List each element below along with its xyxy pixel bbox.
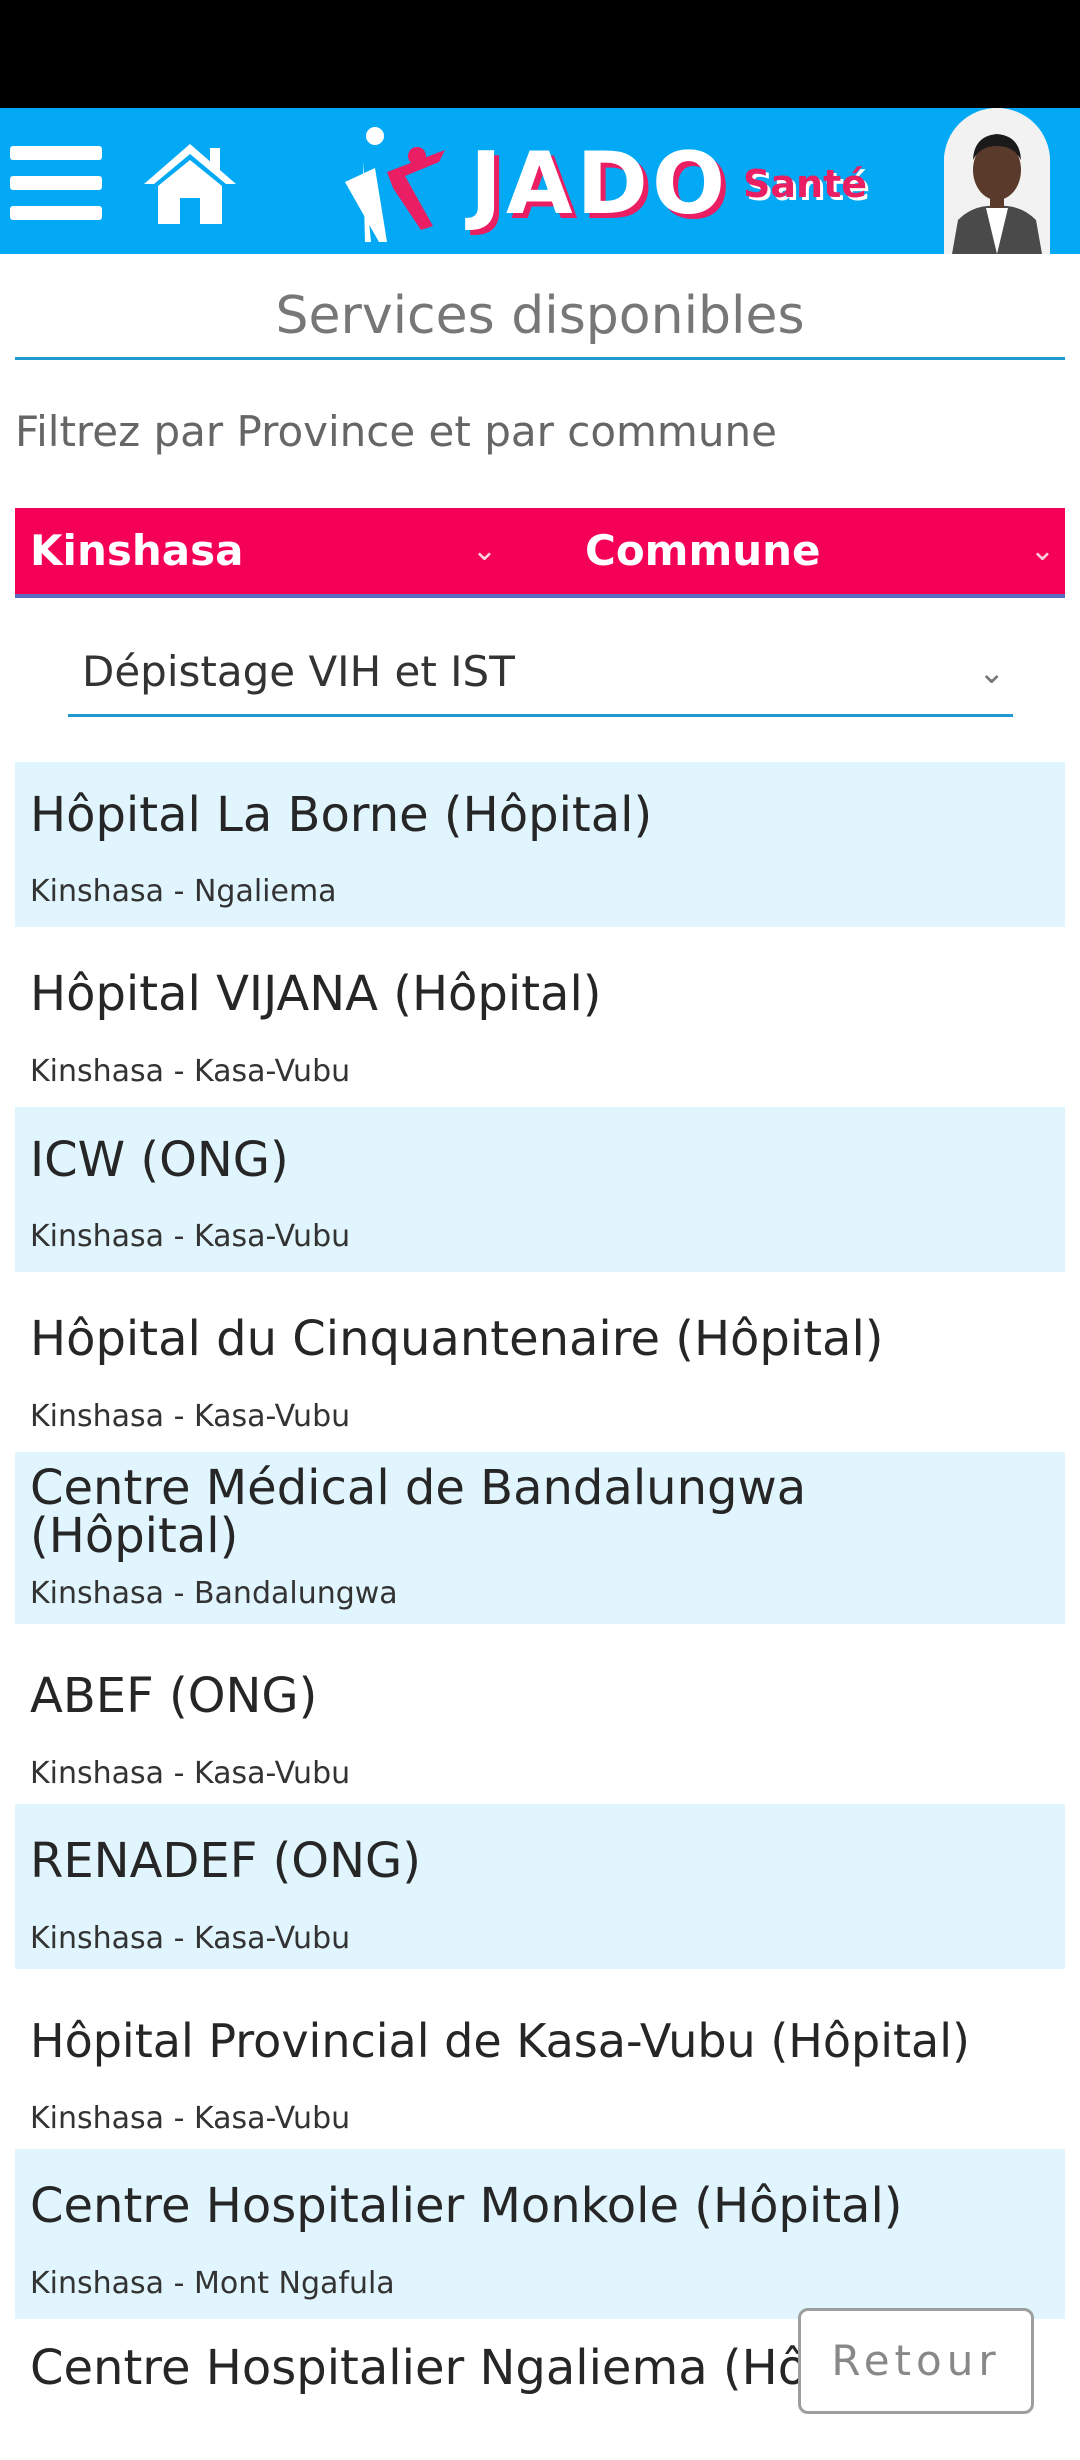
- service-location: Kinshasa - Mont Ngafula: [30, 2266, 395, 2301]
- list-item[interactable]: ABEF (ONG) Kinshasa - Kasa-Vubu: [15, 1624, 1065, 1804]
- province-select-value: Kinshasa: [30, 526, 244, 575]
- service-type-value: Dépistage VIH et IST: [82, 647, 515, 696]
- list-item[interactable]: Hôpital Provincial de Kasa-Vubu (Hôpital…: [15, 1969, 1065, 2149]
- service-location: Kinshasa - Kasa-Vubu: [30, 1399, 351, 1434]
- service-name: Centre Hospitalier Monkole (Hôpital): [30, 2178, 903, 2234]
- service-location: Kinshasa - Kasa-Vubu: [30, 1054, 351, 1089]
- service-name: Hôpital Provincial de Kasa-Vubu (Hôpital…: [30, 2014, 970, 2068]
- list-item[interactable]: Hôpital du Cinquantenaire (Hôpital) Kins…: [15, 1272, 1065, 1452]
- status-bar: [0, 0, 1080, 108]
- home-icon[interactable]: [142, 140, 238, 226]
- service-location: Kinshasa - Bandalungwa: [30, 1576, 398, 1611]
- commune-select[interactable]: Commune ⌄: [570, 508, 1065, 598]
- app-header: JADO Santé: [0, 108, 1080, 254]
- chevron-down-icon: ⌄: [471, 533, 497, 568]
- page-title: Services disponibles: [15, 280, 1065, 360]
- back-button[interactable]: Retour: [798, 2308, 1034, 2414]
- filter-label: Filtrez par Province et par commune: [15, 407, 777, 456]
- jado-sante-logo: JADO Santé: [335, 122, 875, 244]
- logo-figure-icon: [335, 122, 455, 244]
- service-location: Kinshasa - Kasa-Vubu: [30, 2101, 351, 2136]
- service-name: RENADEF (ONG): [30, 1833, 421, 1889]
- list-item[interactable]: RENADEF (ONG) Kinshasa - Kasa-Vubu: [15, 1804, 1065, 1969]
- service-location: Kinshasa - Ngaliema: [30, 874, 337, 909]
- chevron-down-icon: ⌄: [978, 653, 1005, 691]
- service-location: Kinshasa - Kasa-Vubu: [30, 1219, 351, 1254]
- commune-select-value: Commune: [585, 526, 821, 575]
- chevron-down-icon: ⌄: [1029, 533, 1055, 568]
- services-list: Hôpital La Borne (Hôpital) Kinshasa - Ng…: [15, 762, 1065, 2439]
- service-name: Hôpital VIJANA (Hôpital): [30, 966, 602, 1022]
- list-item[interactable]: Centre Hospitalier Monkole (Hôpital) Kin…: [15, 2149, 1065, 2319]
- list-item[interactable]: Hôpital La Borne (Hôpital) Kinshasa - Ng…: [15, 762, 1065, 927]
- avatar[interactable]: [944, 108, 1050, 254]
- service-name: Hôpital du Cinquantenaire (Hôpital): [30, 1311, 884, 1367]
- list-item[interactable]: ICW (ONG) Kinshasa - Kasa-Vubu: [15, 1107, 1065, 1272]
- service-name: ABEF (ONG): [30, 1668, 318, 1724]
- logo-text: JADO: [470, 134, 730, 234]
- list-item[interactable]: Hôpital VIJANA (Hôpital) Kinshasa - Kasa…: [15, 927, 1065, 1107]
- logo-subtext: Santé: [743, 162, 868, 206]
- service-name: Centre Médical de Bandalungwa (Hôpital): [30, 1460, 807, 1564]
- service-name: ICW (ONG): [30, 1132, 289, 1188]
- service-type-select[interactable]: Dépistage VIH et IST ⌄: [68, 635, 1013, 717]
- filter-row: Kinshasa ⌄ Commune ⌄: [15, 508, 1065, 598]
- service-name: Hôpital La Borne (Hôpital): [30, 787, 653, 843]
- menu-icon[interactable]: [10, 146, 102, 220]
- province-select[interactable]: Kinshasa ⌄: [15, 508, 507, 598]
- service-location: Kinshasa - Kasa-Vubu: [30, 1756, 351, 1791]
- service-location: Kinshasa - Kasa-Vubu: [30, 1921, 351, 1956]
- list-item[interactable]: Centre Médical de Bandalungwa (Hôpital) …: [15, 1452, 1065, 1624]
